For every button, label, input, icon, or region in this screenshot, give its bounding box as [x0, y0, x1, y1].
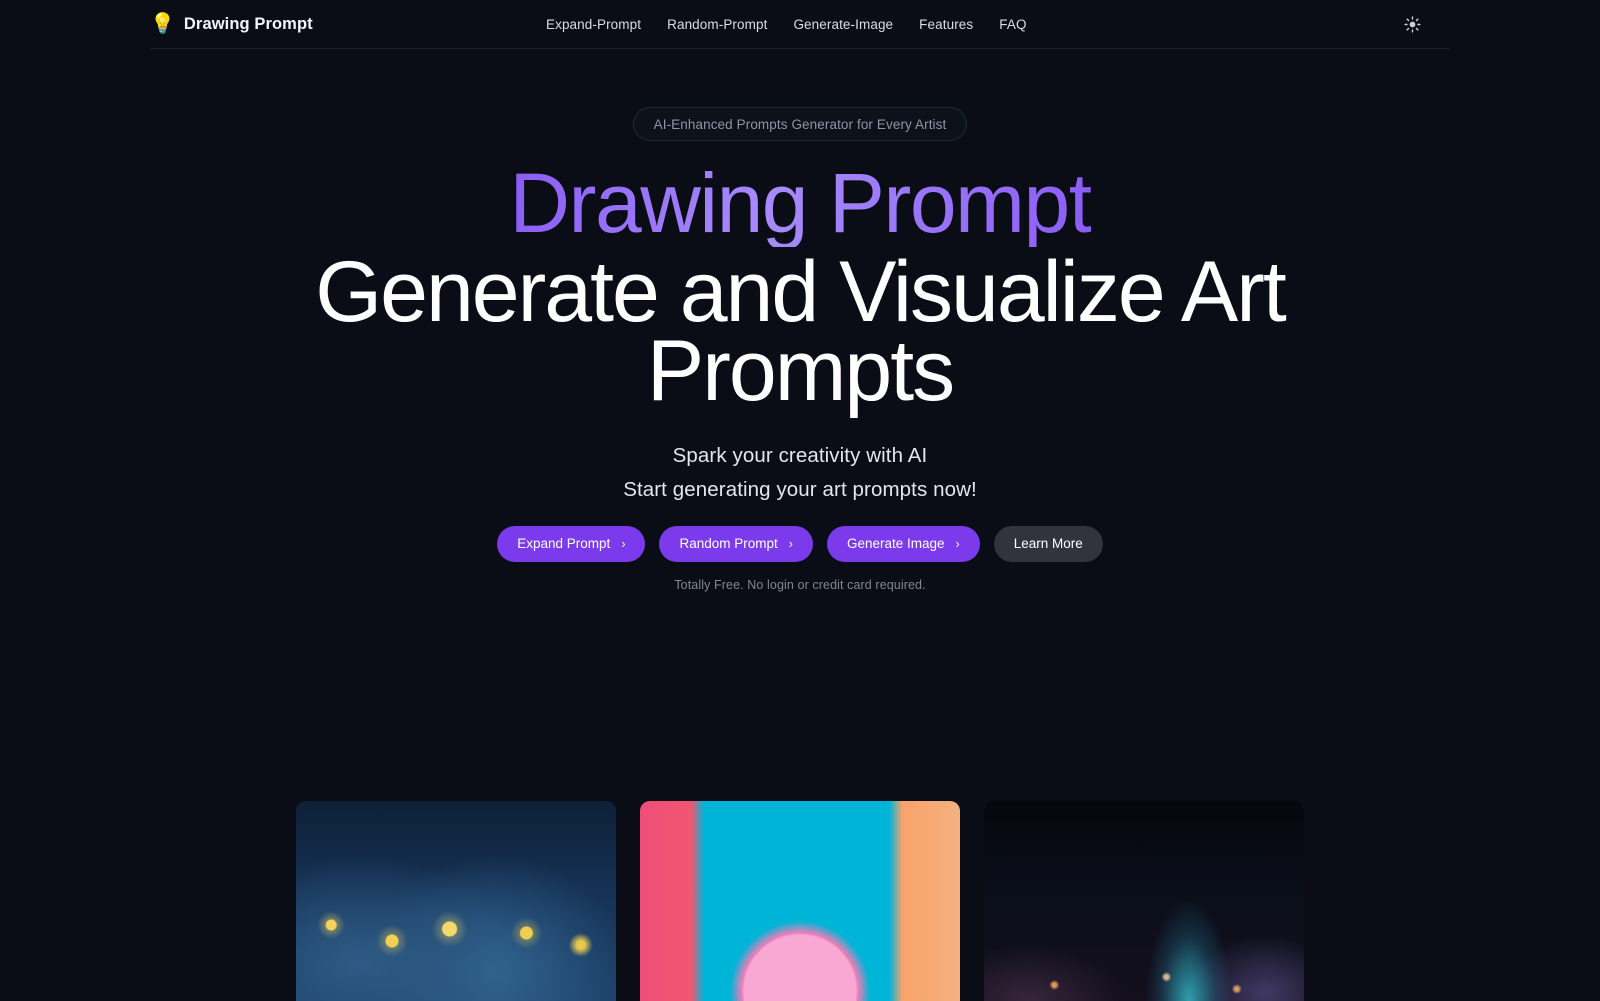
artwork-gallery [0, 801, 1600, 1001]
hero-section: AI-Enhanced Prompts Generator for Every … [0, 49, 1600, 592]
chevron-right-icon: › [955, 536, 960, 551]
generate-image-button[interactable]: Generate Image › [826, 525, 980, 562]
hero-subtitle-line-1: Spark your creativity with AI [672, 443, 928, 467]
nav-item-random-prompt[interactable]: Random-Prompt [667, 17, 767, 32]
nav-item-generate-image[interactable]: Generate-Image [793, 17, 893, 32]
site-header: 💡 Drawing Prompt Expand-Prompt Random-Pr… [0, 0, 1600, 49]
header-inner: 💡 Drawing Prompt Expand-Prompt Random-Pr… [150, 0, 1450, 49]
hero-subtitle: Spark your creativity with AI Start gene… [623, 439, 977, 508]
cta-button-row: Expand Prompt › Random Prompt › Generate… [497, 525, 1103, 562]
learn-more-button[interactable]: Learn More [993, 525, 1103, 562]
chevron-right-icon: › [621, 536, 626, 551]
expand-prompt-button-label: Expand Prompt [517, 536, 611, 552]
cyan-dessert-artwork-card[interactable] [640, 801, 960, 1001]
expand-prompt-button[interactable]: Expand Prompt › [497, 525, 646, 562]
random-prompt-button[interactable]: Random Prompt › [659, 525, 813, 562]
nebula-space-artwork-image [984, 801, 1304, 1001]
nav-item-expand-prompt[interactable]: Expand-Prompt [546, 17, 641, 32]
starry-night-artwork-card[interactable] [296, 801, 616, 1001]
page-title-accent: Drawing Prompt [509, 156, 1092, 250]
main-nav: Expand-Prompt Random-Prompt Generate-Ima… [546, 0, 1027, 49]
nav-item-features[interactable]: Features [919, 17, 973, 32]
lightbulb-icon: 💡 [150, 13, 175, 35]
learn-more-button-label: Learn More [1013, 536, 1083, 552]
status-badge: AI-Enhanced Prompts Generator for Every … [632, 107, 968, 141]
brand-logo-link[interactable]: 💡 Drawing Prompt [150, 0, 313, 49]
nav-item-faq[interactable]: FAQ [999, 17, 1026, 32]
generate-image-button-label: Generate Image [846, 536, 945, 552]
starry-night-artwork-image [296, 801, 616, 1001]
brand-name: Drawing Prompt [183, 14, 313, 33]
sun-icon[interactable] [1400, 12, 1424, 36]
page-title-main: Generate and Visualize Art Prompts [315, 243, 1287, 419]
cyan-dessert-artwork-image [640, 801, 960, 1001]
random-prompt-button-label: Random Prompt [679, 536, 778, 552]
chevron-right-icon: › [788, 536, 793, 551]
hero-fineprint: Totally Free. No login or credit card re… [674, 577, 926, 592]
nebula-space-artwork-card[interactable] [984, 801, 1304, 1001]
hero-subtitle-line-2: Start generating your art prompts now! [623, 478, 977, 502]
